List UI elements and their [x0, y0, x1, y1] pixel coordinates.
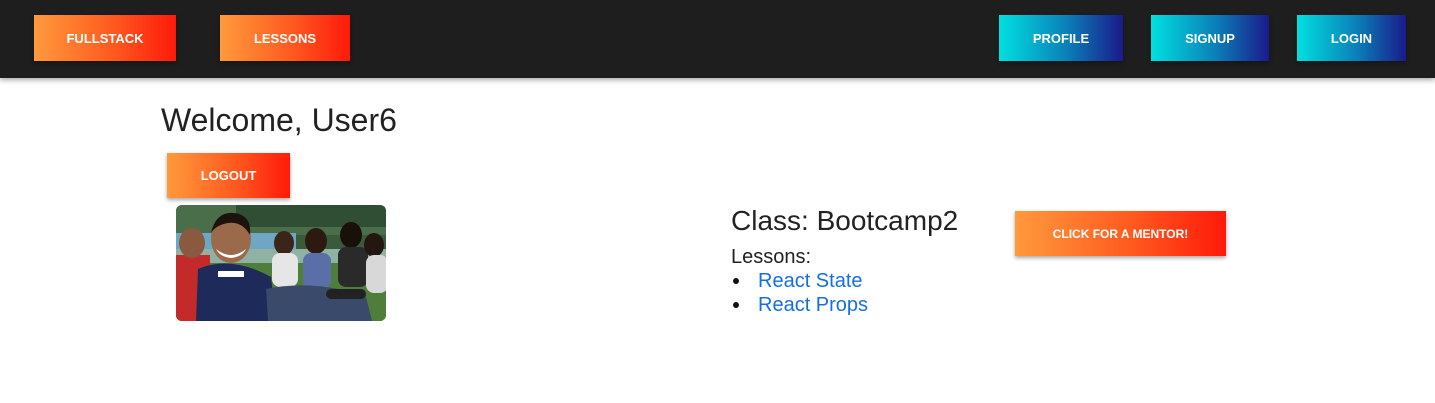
- list-item: React State: [731, 269, 868, 293]
- lesson-link-react-props[interactable]: React Props: [758, 294, 868, 316]
- students-group-photo: [176, 205, 386, 321]
- fullstack-button[interactable]: FULLSTACK: [34, 15, 176, 61]
- class-title: Class: Bootcamp2: [731, 205, 959, 236]
- photo-illustration: [176, 205, 386, 321]
- login-button[interactable]: LOGIN: [1297, 15, 1406, 61]
- list-item: React Props: [731, 293, 868, 317]
- lesson-list: React State React Props: [731, 269, 868, 317]
- mentor-button[interactable]: CLICK FOR A MENTOR!: [1015, 211, 1226, 256]
- welcome-heading: Welcome, User6: [161, 102, 397, 138]
- bullet-icon: [733, 302, 739, 308]
- profile-button[interactable]: PROFILE: [999, 15, 1123, 61]
- signup-button[interactable]: SIGNUP: [1151, 15, 1269, 61]
- lessons-label: Lessons:: [731, 246, 812, 268]
- logout-button[interactable]: LOGOUT: [167, 153, 290, 198]
- lessons-button[interactable]: LESSONS: [220, 15, 350, 61]
- navbar: FULLSTACK LESSONS PROFILE SIGNUP LOGIN: [0, 0, 1435, 78]
- lesson-link-react-state[interactable]: React State: [758, 270, 863, 292]
- bullet-icon: [733, 278, 739, 284]
